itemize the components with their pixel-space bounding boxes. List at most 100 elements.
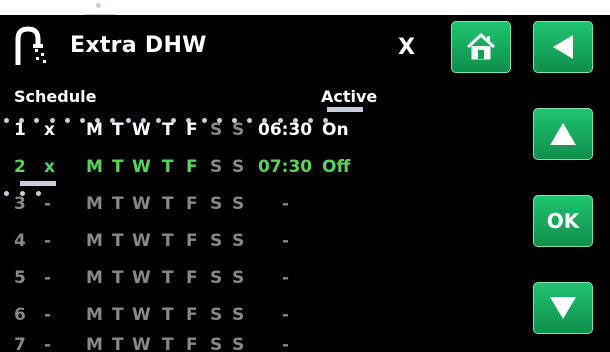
weekday-label: M [86,194,103,214]
weekday-label: F [186,305,198,325]
row-active-status: Off [322,157,351,177]
weekday-label: M [86,305,103,325]
overlay-dot [216,118,222,123]
overlay-dot [20,191,25,196]
row-selected-mark: - [44,194,52,214]
weekday-label: M [86,335,103,352]
overlay-dot [64,118,70,123]
weekday-label: T [162,305,174,325]
row-number: 5 [14,268,26,288]
row-time: - [282,231,290,251]
weekday-label: W [132,231,151,251]
overlay-dot [4,118,9,123]
schedule-row[interactable]: 1 x M T W T F S S 06:30 On [0,120,520,146]
row-time: - [282,268,290,288]
schedule-column-header: Schedule [14,87,97,106]
row-number: 2 [14,157,26,177]
weekday-label: M [86,268,103,288]
home-icon [465,33,497,61]
weekday-label: F [186,268,198,288]
overlay-dot [292,118,298,123]
row-time: - [282,194,290,214]
row-number: 6 [14,305,26,325]
row-number: 1 [14,120,26,140]
schedule-row[interactable]: 6-MTWTFSS- [0,305,520,331]
weekday-label: T [112,231,124,251]
weekday-label: F [186,194,198,214]
overlay-dot [4,191,9,196]
weekday-label: F [186,157,198,177]
schedule-row[interactable]: 5-MTWTFSS- [0,268,520,294]
weekday-label: T [162,335,174,352]
weekday-label: T [112,194,124,214]
weekday-label: F [186,335,198,352]
row-selected-mark: - [44,268,52,288]
schedule-row[interactable]: 4-MTWTFSS- [0,231,520,257]
row-number: 3 [14,194,26,214]
weekday-label: S [210,305,223,325]
overlay-dot [308,118,313,123]
row-selected-mark: - [44,231,52,251]
weekday-label: W [132,157,151,177]
home-button[interactable] [451,21,511,73]
ok-button[interactable]: OK [533,195,593,247]
overlay-dot [49,118,55,123]
weekday-label: T [162,268,174,288]
schedule-row[interactable]: 7-MTWTFSS- [0,335,520,352]
row-selected-mark: - [44,335,52,352]
schedule-row[interactable]: 3-MTWTFSS- [0,194,520,220]
weekday-label: T [162,231,174,251]
weekday-label: S [210,268,223,288]
weekday-label: F [186,120,198,140]
overlay-dot [80,118,85,123]
weekday-label: T [162,157,174,177]
weekday-label: F [186,231,198,251]
weekday-label: T [112,335,124,352]
weekday-label: S [232,268,245,288]
row-selected-mark: x [44,157,55,177]
back-arrow-icon [549,33,577,61]
weekday-label: M [86,157,103,177]
weekday-label: T [162,194,174,214]
weekday-label: S [232,194,245,214]
close-button[interactable]: X [398,35,415,60]
weekday-label: S [232,120,245,140]
row-time: - [282,335,290,352]
row-number: 7 [14,335,26,352]
weekday-label: T [112,305,124,325]
weekday-label: M [86,231,103,251]
weekday-label: W [132,120,151,140]
weekday-label: W [132,194,151,214]
schedule-row[interactable]: 2 x M T W T F S S 07:30 Off [0,157,520,183]
weekday-label: S [210,335,223,352]
row-time: 07:30 [258,157,313,177]
overlay-dot [36,191,41,196]
weekday-label: W [132,268,151,288]
scroll-down-button[interactable] [533,282,593,334]
weekday-label: W [132,305,151,325]
row-time: - [282,305,290,325]
overlay-dot [156,118,161,123]
weekday-label: T [162,120,174,140]
overlay-dot [125,118,131,123]
ok-label: OK [546,209,580,233]
weekday-label: S [232,335,245,352]
weekday-label: T [112,120,124,140]
page-title: Extra DHW [70,33,207,58]
overlay-dot [140,118,146,123]
down-arrow-icon [548,295,578,321]
row-time: 06:30 [258,120,313,140]
back-button[interactable] [533,21,593,73]
weekday-label: S [232,231,245,251]
active-column-header: Active [321,87,378,106]
tap-water-icon [12,25,56,67]
display-screen: Extra DHW X OK Schedule Active 1xMTWTFSS… [0,15,610,352]
weekday-label: T [112,157,124,177]
weekday-label: T [112,268,124,288]
scroll-up-button[interactable] [533,108,593,160]
weekday-label: S [210,120,223,140]
weekday-label: S [232,305,245,325]
row-number: 4 [14,231,26,251]
weekday-label: S [210,157,223,177]
up-arrow-icon [548,121,578,147]
